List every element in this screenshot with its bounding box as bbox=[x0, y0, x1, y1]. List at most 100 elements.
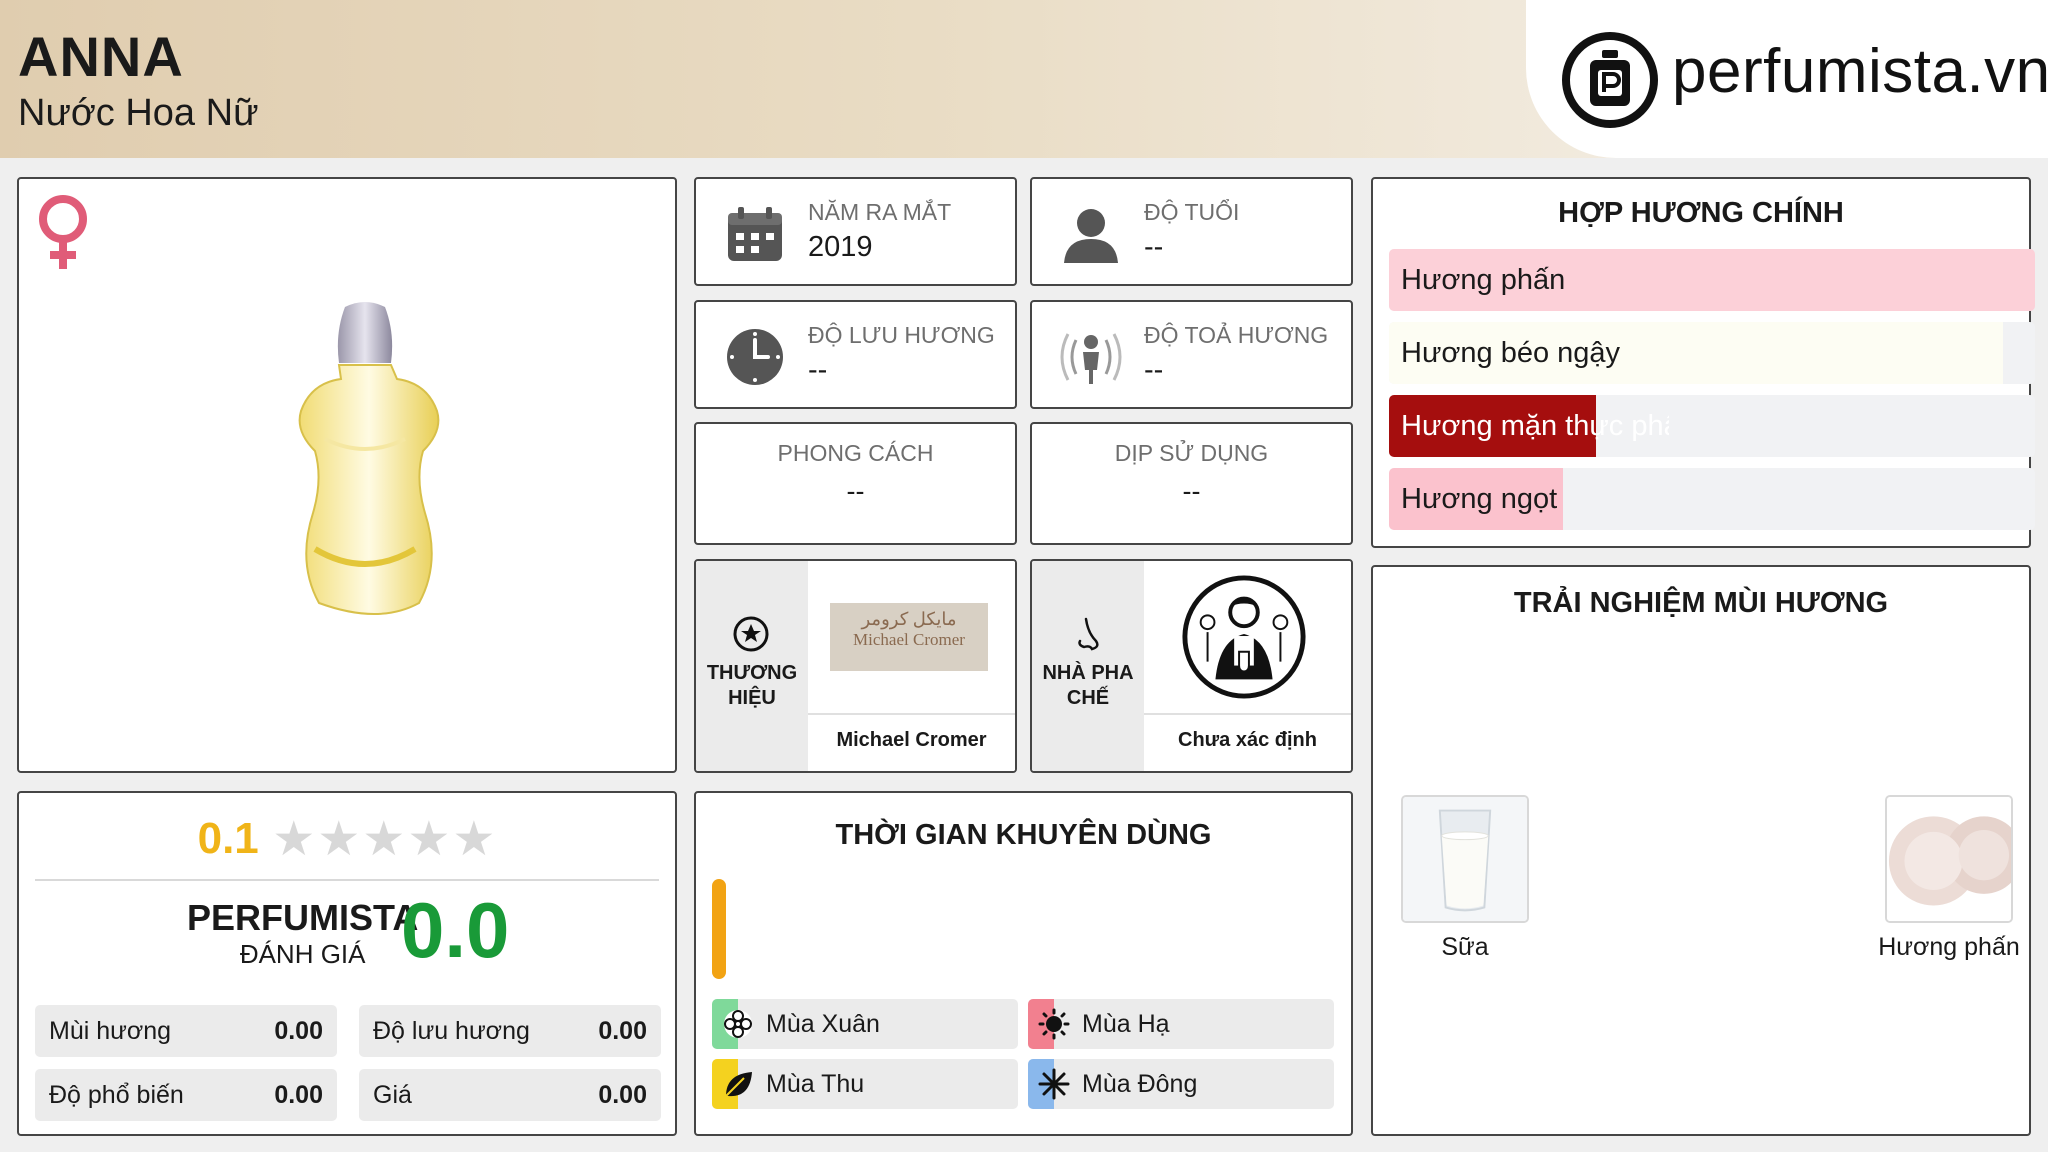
metric-name: Mùi hương bbox=[49, 1017, 172, 1045]
perfumer-image[interactable] bbox=[1144, 561, 1351, 713]
accord-name: Hương ngọt bbox=[1401, 483, 1558, 515]
release-year-label: NĂM RA MẮT bbox=[808, 199, 952, 225]
accord-name: Hương béo ngậy bbox=[1401, 337, 1621, 369]
longevity-label: ĐỘ LƯU HƯƠNG bbox=[808, 322, 995, 348]
brand-logo: مايكل كرومر Michael Cromer bbox=[830, 603, 988, 671]
accord-bar: Hương phấn bbox=[1389, 249, 2035, 311]
rating-sub-label: ĐÁNH GIÁ bbox=[239, 939, 366, 969]
metric-name: Độ phổ biến bbox=[49, 1081, 184, 1109]
scent-experience-card: TRẢI NGHIỆM MÙI HƯƠNG Sữa Hương phấn bbox=[1371, 565, 2031, 1136]
age-value: -- bbox=[1144, 231, 1164, 263]
leaf-icon bbox=[725, 1072, 752, 1097]
age-label: ĐỘ TUỔI bbox=[1144, 199, 1240, 225]
main-accords-card: HỢP HƯƠNG CHÍNH Hương phấn Hương béo ngậ… bbox=[1371, 177, 2035, 548]
season-summer: Mùa Hạ bbox=[1028, 999, 1334, 1049]
brand-label: THƯƠNG HIỆU bbox=[706, 662, 798, 709]
metric-value: 0.00 bbox=[274, 1081, 323, 1109]
diffusion-icon bbox=[1060, 333, 1122, 384]
release-year-value: 2019 bbox=[808, 231, 873, 263]
female-symbol-icon bbox=[39, 195, 87, 269]
note-milk-label: Sữa bbox=[1441, 933, 1489, 961]
season-name: Mùa Đông bbox=[1082, 1070, 1198, 1098]
accord-bar: Hương béo ngậy bbox=[1389, 322, 2035, 384]
divider bbox=[35, 879, 659, 881]
perfume-bottle-logo-icon bbox=[1562, 32, 1658, 128]
accord-name: Hương phấn bbox=[1401, 264, 1566, 296]
metric-value: 0.00 bbox=[598, 1017, 647, 1045]
style-label: PHONG CÁCH bbox=[777, 440, 934, 466]
star-badge-icon bbox=[733, 616, 769, 652]
star-rating[interactable]: ★★★★★ bbox=[271, 811, 496, 867]
clock-icon bbox=[727, 329, 783, 385]
perfumer-avatar-icon bbox=[1182, 575, 1306, 699]
perfume-title: ANNA bbox=[18, 25, 184, 88]
perfume-bottle-image bbox=[298, 302, 440, 615]
perfumista-score: 0.0 bbox=[401, 886, 510, 974]
metric-popularity: Độ phổ biến 0.00 bbox=[35, 1069, 337, 1121]
note-milk[interactable] bbox=[1401, 795, 1529, 923]
site-logo[interactable]: perfumista.vn bbox=[1526, 0, 2048, 158]
calendar-icon bbox=[728, 207, 782, 261]
brand-logo-latin: Michael Cromer bbox=[853, 630, 965, 649]
star-icon[interactable]: ★ bbox=[317, 813, 360, 866]
powder-icon bbox=[1887, 797, 2011, 921]
season-winter: Mùa Đông bbox=[1028, 1059, 1334, 1109]
metric-value: 0.00 bbox=[274, 1017, 323, 1045]
metric-name: Độ lưu hương bbox=[373, 1017, 530, 1045]
star-icon[interactable]: ★ bbox=[407, 813, 450, 866]
metric-value: 0.00 bbox=[598, 1081, 647, 1109]
star-icon[interactable]: ★ bbox=[452, 813, 495, 866]
perfumista-rating-label: PERFUMISTA ĐÁNH GIÁ bbox=[187, 897, 418, 970]
brand-name[interactable]: Michael Cromer bbox=[808, 713, 1015, 771]
recommended-time-card: THỜI GIAN KHUYÊN DÙNG Mùa Xuân Mùa Hạ Mù… bbox=[694, 791, 1353, 1136]
scent-experience-title: TRẢI NGHIỆM MÙI HƯƠNG bbox=[1513, 587, 1889, 619]
season-name: Mùa Thu bbox=[766, 1070, 865, 1098]
brand-label-panel: THƯƠNG HIỆU bbox=[696, 561, 808, 771]
logo-text: perfumista.vn bbox=[1672, 37, 2048, 106]
time-of-day-bar bbox=[712, 879, 726, 979]
accord-bar: Hương ngọt bbox=[1389, 468, 2035, 530]
recommended-time-title: THỜI GIAN KHUYÊN DÙNG bbox=[835, 819, 1212, 851]
perfumer-name[interactable]: Chưa xác định bbox=[1144, 713, 1351, 771]
season-name: Mùa Hạ bbox=[1082, 1010, 1170, 1038]
season-name: Mùa Xuân bbox=[766, 1010, 880, 1038]
user-score: 0.1 bbox=[197, 814, 259, 863]
perfumer-label-panel: NHÀ PHA CHẾ bbox=[1032, 561, 1144, 771]
milk-glass-icon bbox=[1403, 797, 1527, 921]
main-accords-title: HỢP HƯƠNG CHÍNH bbox=[1558, 197, 1844, 229]
metric-price: Giá 0.00 bbox=[359, 1069, 661, 1121]
note-powder[interactable] bbox=[1885, 795, 2013, 923]
perfumer-label: NHÀ PHA CHẾ bbox=[1042, 662, 1134, 709]
star-icon[interactable]: ★ bbox=[272, 813, 315, 866]
longevity-value: -- bbox=[808, 354, 828, 386]
sillage-card: ĐỘ TOẢ HƯƠNG -- bbox=[1030, 300, 1353, 409]
style-card: PHONG CÁCH -- bbox=[694, 422, 1017, 545]
age-card: ĐỘ TUỔI -- bbox=[1030, 177, 1353, 286]
nose-icon bbox=[1078, 617, 1099, 651]
perfumista-label: PERFUMISTA bbox=[187, 897, 419, 938]
brand-logo-arabic: مايكل كرومر bbox=[861, 609, 957, 629]
occasion-card: DỊP SỬ DỤNG -- bbox=[1030, 422, 1353, 545]
perfume-subtitle: Nước Hoa Nữ bbox=[18, 92, 259, 134]
brand-card[interactable]: THƯƠNG HIỆU مايكل كرومر Michael Cromer M… bbox=[694, 559, 1017, 773]
metric-scent: Mùi hương 0.00 bbox=[35, 1005, 337, 1057]
release-year-card: NĂM RA MẮT 2019 bbox=[694, 177, 1017, 286]
style-value: -- bbox=[846, 476, 865, 506]
accord-bar: Hương mặn thực phẩm bbox=[1389, 395, 2035, 457]
rating-card: 0.1 ★★★★★ PERFUMISTA ĐÁNH GIÁ 0.0 Mùi hư… bbox=[17, 791, 677, 1136]
perfumer-card[interactable]: NHÀ PHA CHẾ Chưa xác định bbox=[1030, 559, 1353, 773]
snowflake-icon bbox=[1038, 1068, 1070, 1100]
product-image-card bbox=[17, 177, 677, 773]
person-icon bbox=[1064, 209, 1118, 263]
metric-name: Giá bbox=[373, 1081, 412, 1109]
brand-logo-image[interactable]: مايكل كرومر Michael Cromer bbox=[808, 561, 1015, 713]
accord-name: Hương mặn thực phẩm bbox=[1401, 410, 1669, 442]
sun-icon bbox=[1038, 1008, 1070, 1040]
occasion-label: DỊP SỬ DỤNG bbox=[1114, 440, 1269, 466]
metric-longevity: Độ lưu hương 0.00 bbox=[359, 1005, 661, 1057]
header: ANNA Nước Hoa Nữ perfumista.vn bbox=[0, 0, 2048, 158]
star-icon[interactable]: ★ bbox=[362, 813, 405, 866]
sillage-value: -- bbox=[1144, 354, 1164, 386]
season-spring: Mùa Xuân bbox=[712, 999, 1018, 1049]
user-score-row: 0.1 ★★★★★ bbox=[19, 811, 675, 867]
